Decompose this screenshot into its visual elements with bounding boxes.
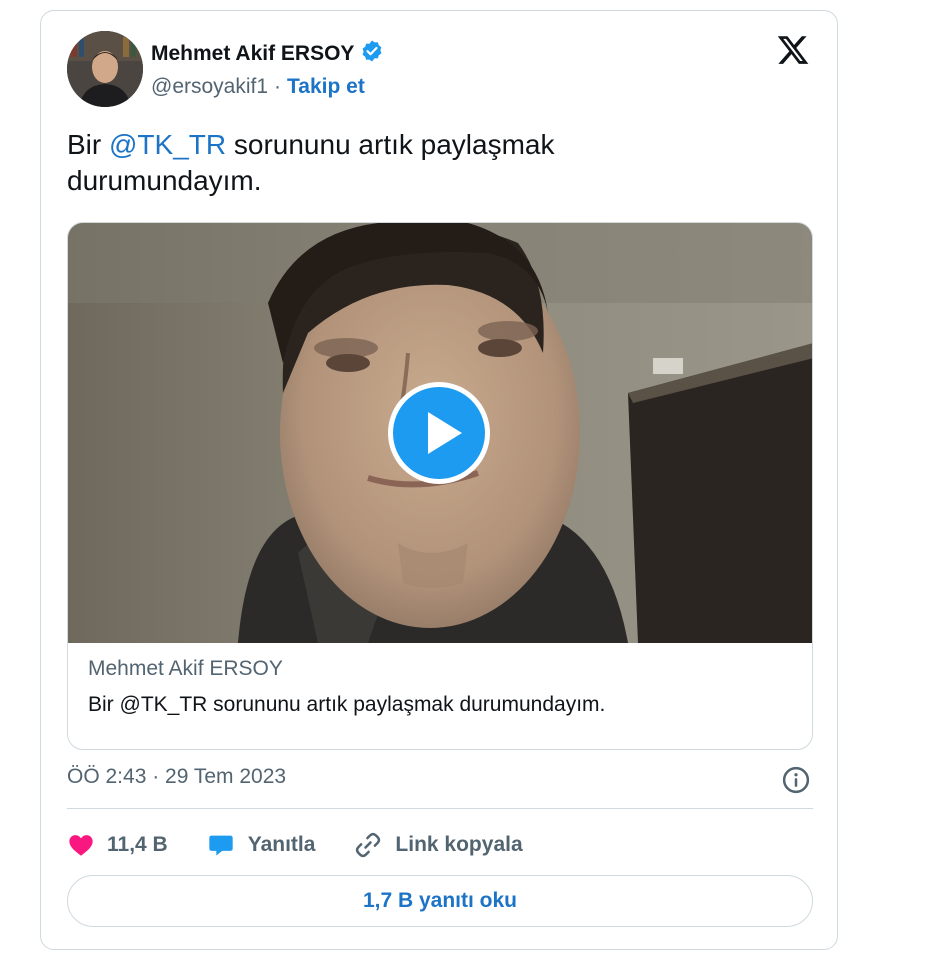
author-name[interactable]: Mehmet Akif ERSOY xyxy=(151,42,354,66)
play-icon[interactable] xyxy=(386,380,492,486)
video-thumbnail[interactable] xyxy=(68,223,812,643)
video-card[interactable]: Mehmet Akif ERSOY Bir @TK_TR sorununu ar… xyxy=(67,222,813,750)
video-caption: Mehmet Akif ERSOY Bir @TK_TR sorununu ar… xyxy=(88,655,792,719)
like-button[interactable]: 11,4 B xyxy=(67,831,168,859)
x-logo-icon[interactable] xyxy=(776,33,810,67)
divider xyxy=(67,808,813,809)
copy-link-button[interactable]: Link kopyala xyxy=(353,830,523,860)
info-icon[interactable] xyxy=(781,765,811,795)
avatar[interactable] xyxy=(67,31,143,107)
tweet-text-start: Bir xyxy=(67,129,109,160)
read-replies-button[interactable]: 1,7 B yanıtı oku xyxy=(67,875,813,927)
like-count: 11,4 B xyxy=(107,833,168,856)
follow-link[interactable]: Takip et xyxy=(287,75,365,99)
verified-badge-icon xyxy=(360,39,384,68)
video-caption-author: Mehmet Akif ERSOY xyxy=(88,657,283,680)
tweet-meta: ÖÖ 2:43 · 29 Tem 2023 xyxy=(67,765,813,795)
link-icon xyxy=(353,830,383,860)
handle-separator: · xyxy=(274,75,282,98)
timestamp[interactable]: ÖÖ 2:43 · 29 Tem 2023 xyxy=(67,765,286,789)
tweet-text: Bir @TK_TR sorununu artık paylaşmak duru… xyxy=(67,127,667,199)
tweet-card: Mehmet Akif ERSOY @ersoyakif1 · Takip et… xyxy=(40,10,838,950)
reply-label: Yanıtla xyxy=(247,833,316,856)
video-caption-text: Bir @TK_TR sorununu artık paylaşmak duru… xyxy=(88,693,606,716)
author-handle[interactable]: @ersoyakif1 xyxy=(151,75,268,99)
reply-button[interactable]: Yanıtla xyxy=(206,831,316,859)
action-bar: 11,4 B Yanıtla Link kopyala xyxy=(67,825,561,865)
copy-link-label: Link kopyala xyxy=(395,833,523,856)
speech-bubble-icon xyxy=(206,831,236,859)
mention-link[interactable]: @TK_TR xyxy=(109,129,226,160)
heart-icon xyxy=(67,831,95,859)
